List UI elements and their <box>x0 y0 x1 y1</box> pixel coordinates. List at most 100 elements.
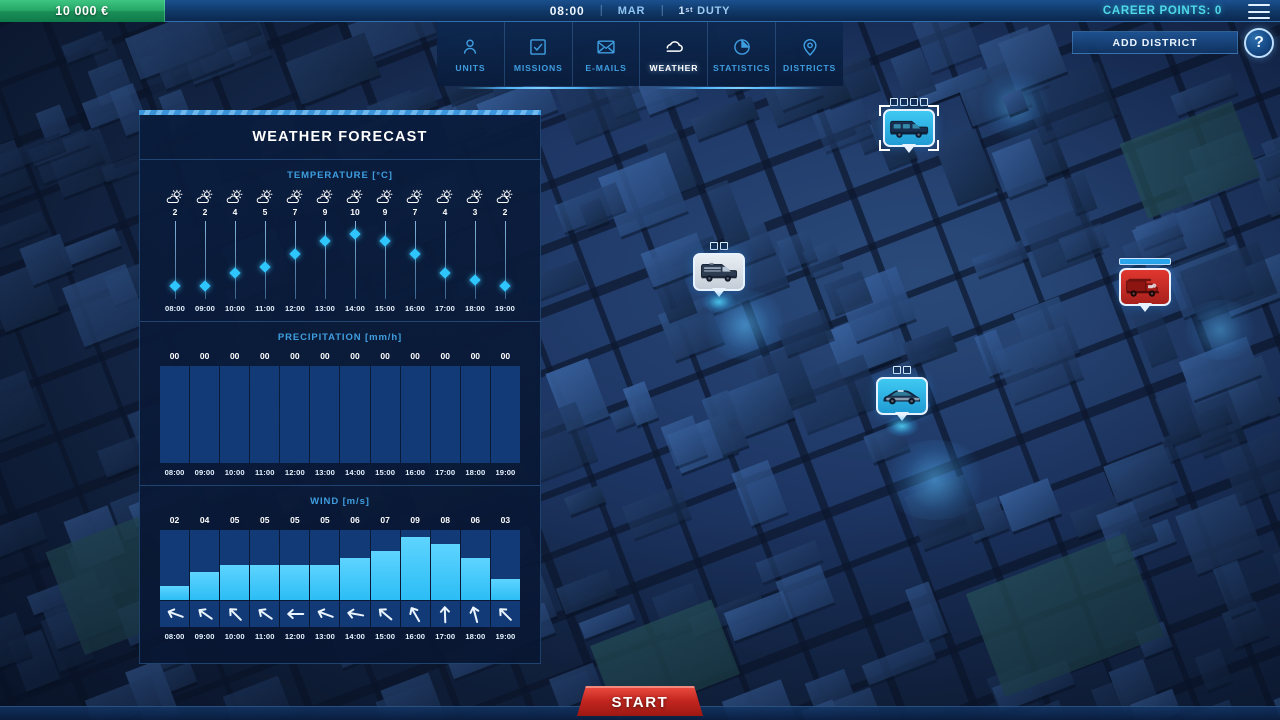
unit-card[interactable] <box>693 253 745 291</box>
time-label: 15:00 <box>375 468 395 477</box>
precipitation-time-cell: 14:00 <box>340 468 369 477</box>
time-label: 16:00 <box>405 632 425 641</box>
tab-missions[interactable]: MISSIONS <box>505 22 573 86</box>
help-button[interactable]: ? <box>1244 28 1274 58</box>
wind-value: 06 <box>350 515 359 525</box>
temperature-column: 511:00 <box>250 189 280 313</box>
wind-value: 03 <box>501 515 510 525</box>
time-label: 18:00 <box>465 632 485 641</box>
wind-bar <box>491 579 520 600</box>
temperature-column: 209:00 <box>190 189 220 313</box>
wind-time-cell: 08:00 <box>160 632 189 641</box>
precipitation-column: 00 <box>160 351 189 463</box>
precipitation-section-title: PRECIPITATION [mm/h] <box>140 332 540 343</box>
precipitation-value: 00 <box>410 351 419 361</box>
temperature-point <box>469 274 480 285</box>
unit-crew-slots <box>883 98 935 106</box>
unit-crew-slot[interactable] <box>910 98 918 106</box>
map-unit-marker-police-car[interactable] <box>876 366 928 415</box>
temperature-column: 913:00 <box>310 189 340 313</box>
unit-crew-slot[interactable] <box>893 366 901 374</box>
precipitation-column: 00 <box>250 351 279 463</box>
wind-time-cell: 13:00 <box>310 632 339 641</box>
partly-cloudy-icon <box>315 189 335 205</box>
wind-arrow-icon <box>250 601 279 627</box>
unit-pointer <box>1138 303 1152 312</box>
duty-suffix: st <box>685 7 693 14</box>
precipitation-column: 00 <box>401 351 430 463</box>
wind-value: 08 <box>441 515 450 525</box>
temperature-point <box>439 267 450 278</box>
unit-card[interactable] <box>1119 268 1171 306</box>
wind-column: 03 <box>491 515 520 627</box>
partly-cloudy-icon <box>465 189 485 205</box>
hamburger-line <box>1248 17 1270 19</box>
wind-arrow-icon <box>491 601 520 627</box>
precipitation-column: 00 <box>220 351 249 463</box>
unit-card[interactable] <box>876 377 928 415</box>
temperature-track <box>475 221 476 299</box>
game-clock-time: 08:00 <box>534 0 601 22</box>
temperature-column: 1014:00 <box>340 189 370 313</box>
precipitation-value: 00 <box>471 351 480 361</box>
wind-bar-slot <box>250 530 279 600</box>
wind-value: 05 <box>230 515 239 525</box>
time-label: 19:00 <box>495 304 515 313</box>
unit-progress-bar <box>1119 258 1171 265</box>
time-label: 17:00 <box>435 468 455 477</box>
wind-value: 07 <box>380 515 389 525</box>
precipitation-value: 00 <box>230 351 239 361</box>
precipitation-column: 00 <box>310 351 339 463</box>
add-district-button[interactable]: ADD DISTRICT <box>1072 31 1238 54</box>
start-button[interactable]: START <box>577 686 703 716</box>
wind-bar-slot <box>401 530 430 600</box>
map-park <box>1120 101 1261 219</box>
unit-crew-slot[interactable] <box>720 242 728 250</box>
unit-crew-slot[interactable] <box>710 242 718 250</box>
time-label: 11:00 <box>255 632 275 641</box>
precipitation-section: PRECIPITATION [mm/h] 0000000000000000000… <box>140 322 540 486</box>
time-label: 08:00 <box>165 304 185 313</box>
unit-crew-slot[interactable] <box>903 366 911 374</box>
precipitation-column: 00 <box>340 351 369 463</box>
tab-units[interactable]: UNITS <box>437 22 505 86</box>
precipitation-time-cell: 09:00 <box>190 468 219 477</box>
map-unit-marker-ambulance[interactable] <box>693 242 745 291</box>
temperature-column: 712:00 <box>280 189 310 313</box>
temperature-track <box>235 221 236 299</box>
temperature-point <box>409 248 420 259</box>
temperature-value: 4 <box>443 207 448 217</box>
unit-crew-slot[interactable] <box>900 98 908 106</box>
map-unit-marker-police-van[interactable] <box>883 98 935 147</box>
temperature-value: 9 <box>323 207 328 217</box>
person-icon <box>459 36 481 58</box>
hamburger-menu-icon[interactable] <box>1248 4 1270 19</box>
unit-card[interactable] <box>883 109 935 147</box>
temperature-value: 5 <box>263 207 268 217</box>
temperature-value: 4 <box>233 207 238 217</box>
tab-e-mails[interactable]: E-MAILS <box>573 22 641 86</box>
unit-crew-slot[interactable] <box>920 98 928 106</box>
map-unit-marker-fire-truck[interactable] <box>1119 258 1171 306</box>
wind-arrow-icon <box>220 601 249 627</box>
temperature-section-title: TEMPERATURE [°C] <box>140 170 540 181</box>
tab-weather[interactable]: WEATHER <box>640 22 708 86</box>
wind-time-cell: 14:00 <box>340 632 369 641</box>
wind-value: 05 <box>290 515 299 525</box>
hamburger-line <box>1248 11 1270 13</box>
precipitation-time-cell: 13:00 <box>310 468 339 477</box>
unit-crew-slot[interactable] <box>890 98 898 106</box>
time-label: 12:00 <box>285 304 305 313</box>
wind-bar-slot <box>491 530 520 600</box>
map-glow <box>880 440 990 520</box>
tab-districts[interactable]: DISTRICTS <box>776 22 843 86</box>
precipitation-value: 00 <box>380 351 389 361</box>
wind-time-cell: 18:00 <box>461 632 490 641</box>
tab-statistics[interactable]: STATISTICS <box>708 22 776 86</box>
wind-time-cell: 11:00 <box>250 632 279 641</box>
wind-arrow-icon <box>190 601 219 627</box>
temperature-value: 2 <box>503 207 508 217</box>
wind-bar <box>310 565 339 600</box>
partly-cloudy-icon <box>435 189 455 205</box>
precipitation-bar-slot <box>371 366 400 463</box>
